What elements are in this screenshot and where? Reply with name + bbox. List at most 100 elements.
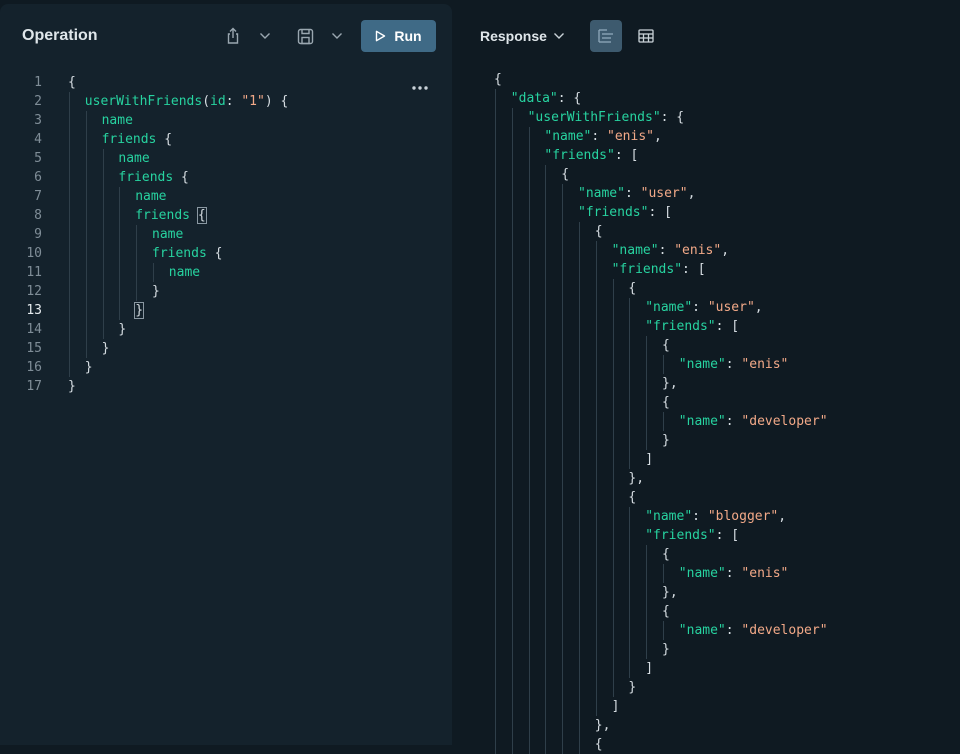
- punctuation-token: (: [202, 94, 211, 109]
- indent-guide: [545, 241, 547, 260]
- indent-guide: [579, 450, 580, 469]
- code-text: name: [102, 111, 133, 130]
- indent-guide: [528, 203, 530, 222]
- indent-guide: [511, 488, 513, 507]
- save-menu-button[interactable]: [323, 21, 351, 51]
- punctuation-token: :: [725, 566, 742, 581]
- punctuation-token: {: [662, 547, 670, 562]
- indent-guide: [511, 526, 513, 545]
- indent-guide: [629, 545, 631, 564]
- response-view-selector[interactable]: Response: [480, 28, 565, 44]
- code-text: "data": {: [511, 89, 581, 108]
- indent-guide: [495, 640, 496, 659]
- punctuation-token: : {: [660, 110, 685, 125]
- punctuation-token: ]: [645, 661, 654, 676]
- indent-guide: [495, 317, 496, 336]
- chevron-down-icon: [260, 33, 270, 39]
- indent-guide: [579, 526, 580, 545]
- indent-guide: [511, 583, 513, 602]
- indent-guide: [528, 469, 530, 488]
- indent-guide: [612, 678, 614, 697]
- indent-guide: [102, 225, 104, 244]
- indent-guide: [528, 678, 530, 697]
- indent-guide: [495, 526, 496, 545]
- punctuation-token: : [: [715, 319, 740, 334]
- indent-guide: [562, 640, 564, 659]
- field-token: "friends": [645, 319, 716, 334]
- indent-guide: [136, 263, 138, 282]
- field-token: "name": [678, 623, 726, 638]
- code-text: "name": "enis": [679, 564, 789, 583]
- indent-guide: [545, 602, 547, 621]
- indent-guide: [629, 374, 631, 393]
- field-token: "name": [678, 357, 726, 372]
- indent-guide: [612, 507, 614, 526]
- indent-guide: [495, 146, 496, 165]
- indent-guide: [69, 320, 70, 339]
- code-text: },: [595, 716, 611, 735]
- code-text: "name": "enis",: [544, 127, 661, 146]
- indent-guide: [579, 716, 580, 735]
- indent-guide: [612, 279, 614, 298]
- indent-guide: [69, 206, 70, 225]
- table-view-button[interactable]: [630, 20, 662, 52]
- indent-guide: [612, 564, 614, 583]
- indent-guide: [562, 697, 564, 716]
- indent-guide: [646, 374, 648, 393]
- indent-guide: [102, 282, 104, 301]
- more-options-button[interactable]: [408, 78, 432, 98]
- indent-guide: [562, 374, 564, 393]
- run-button[interactable]: Run: [361, 20, 436, 52]
- field-token: name: [135, 189, 167, 204]
- code-text: name: [152, 225, 183, 244]
- field-token: "name": [544, 129, 592, 144]
- indent-guide: [85, 149, 87, 168]
- indent-guide: [579, 659, 580, 678]
- field-token: "name": [611, 243, 659, 258]
- indent-guide: [612, 545, 614, 564]
- indent-guide: [102, 168, 104, 187]
- indent-guide: [545, 545, 547, 564]
- indent-guide: [495, 89, 496, 108]
- string-token: "developer": [741, 414, 828, 429]
- indent-guide: [562, 488, 564, 507]
- indent-guide: [595, 450, 597, 469]
- indent-guide: [102, 187, 104, 206]
- indent-guide: [102, 320, 104, 339]
- code-text: }: [102, 339, 110, 358]
- indent-guide: [495, 602, 496, 621]
- tree-view-button[interactable]: [590, 20, 622, 52]
- indent-guide: [495, 621, 496, 640]
- indent-guide: [136, 225, 138, 244]
- indent-guide: [612, 431, 614, 450]
- share-menu-button[interactable]: [251, 21, 279, 51]
- field-token: "name": [578, 186, 625, 201]
- indent-guide: [511, 450, 513, 469]
- code-text: }: [662, 640, 670, 659]
- field-token: "userWithFriends": [527, 110, 661, 125]
- punctuation-token: :: [692, 509, 708, 524]
- share-button[interactable]: [219, 21, 247, 51]
- indent-guide: [579, 355, 580, 374]
- save-button[interactable]: [291, 21, 319, 51]
- indent-guide: [562, 678, 564, 697]
- indent-guide: [612, 526, 614, 545]
- indent-guide: [595, 298, 597, 317]
- indent-guide: [562, 621, 564, 640]
- punctuation-token: {: [68, 75, 76, 90]
- code-text: "userWithFriends": {: [528, 108, 685, 127]
- indent-guide: [646, 640, 648, 659]
- code-text: userWithFriends(id: "1") {: [85, 92, 289, 111]
- indent-guide: [595, 260, 597, 279]
- indent-guide: [69, 130, 70, 149]
- code-text: ]: [645, 450, 653, 469]
- indent-guide: [528, 716, 530, 735]
- indent-guide: [595, 241, 597, 260]
- indent-guide: [562, 260, 564, 279]
- punctuation-token: {: [494, 72, 502, 87]
- indent-guide: [579, 374, 580, 393]
- indent-guide: [545, 165, 547, 184]
- indent-guide: [85, 244, 87, 263]
- indent-guide: [545, 488, 547, 507]
- code-text: }: [134, 301, 144, 320]
